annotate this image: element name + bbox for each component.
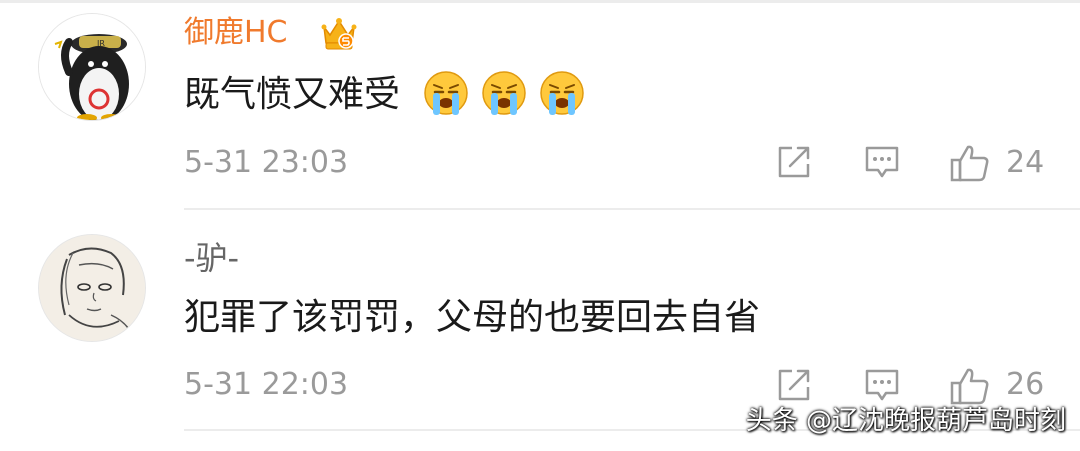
share-button[interactable]: [776, 367, 812, 403]
like-button[interactable]: [950, 367, 990, 405]
comment-icon: [865, 369, 899, 401]
watermark: 头条 @辽沈晚报葫芦岛时刻: [745, 406, 1066, 436]
share-button[interactable]: [776, 144, 812, 180]
timestamp: 5-31 22:03: [184, 367, 349, 402]
like-count: 24: [1006, 145, 1045, 180]
comment-item: JR 御鹿HC 既气愤又难受 5-31 23:03 24: [0, 3, 1080, 213]
thumbs-up-icon: [950, 368, 989, 405]
username[interactable]: 御鹿HC: [184, 15, 288, 51]
crying-face-icon: [482, 71, 526, 115]
share-icon: [778, 369, 810, 401]
crying-face-icon: [540, 71, 584, 115]
avatar[interactable]: [38, 234, 146, 342]
avatar[interactable]: JR: [38, 13, 146, 121]
crying-face-icon: [424, 71, 468, 115]
comment-divider: [184, 208, 1080, 210]
comment-icon: [865, 146, 899, 178]
thumbs-up-icon: [950, 145, 989, 182]
comment-item: -驴- 犯罪了该罚罚，父母的也要回去自省 5-31 22:03 26: [0, 222, 1080, 432]
penguin-avatar-icon: JR: [39, 14, 145, 120]
comment-text: 既气愤又难受: [184, 74, 401, 115]
reply-button[interactable]: [864, 144, 900, 180]
sketch-girl-avatar-icon: [39, 235, 145, 341]
share-icon: [778, 146, 810, 178]
vip-crown-icon: [321, 18, 357, 50]
comment-text: 犯罪了该罚罚，父母的也要回去自省: [184, 297, 761, 338]
like-button[interactable]: [950, 144, 990, 182]
reply-button[interactable]: [864, 367, 900, 403]
username[interactable]: -驴-: [184, 240, 239, 276]
like-count: 26: [1006, 367, 1045, 402]
timestamp: 5-31 23:03: [184, 145, 349, 180]
